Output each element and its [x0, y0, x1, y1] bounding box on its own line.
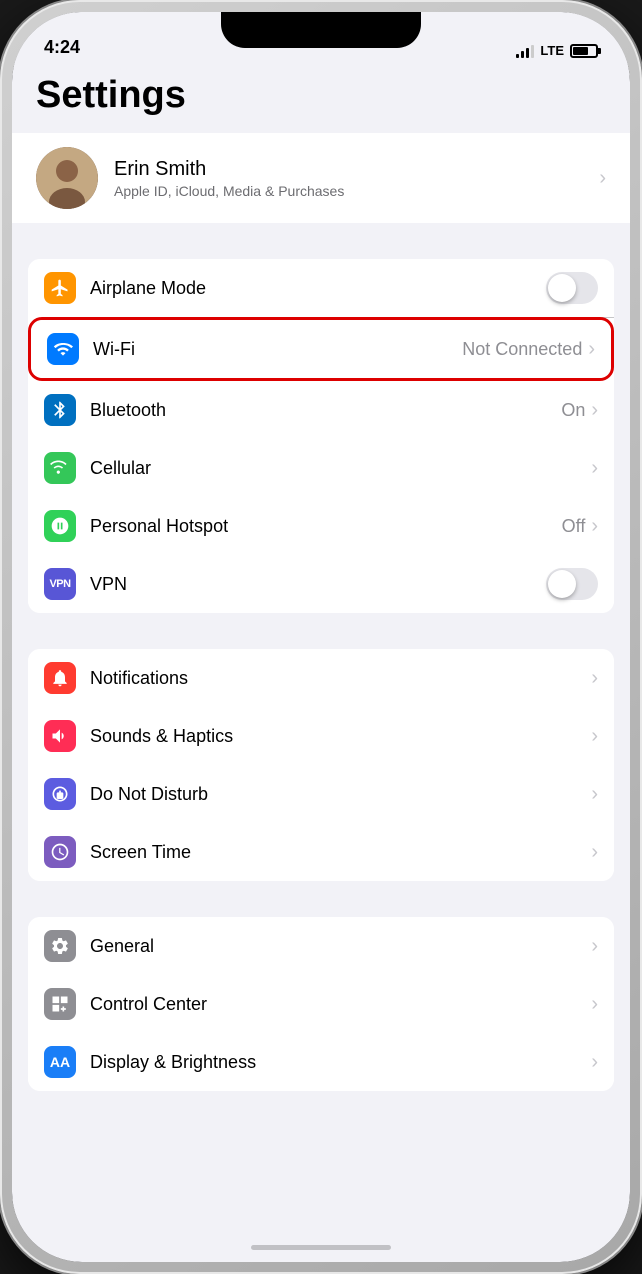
screen-time-label: Screen Time: [90, 842, 591, 863]
wifi-svg: [53, 339, 73, 359]
bluetooth-chevron: ›: [591, 399, 598, 422]
sounds-svg: [50, 726, 70, 746]
profile-chevron: ›: [599, 167, 606, 190]
dnd-label: Do Not Disturb: [90, 784, 591, 805]
sounds-row[interactable]: Sounds & Haptics ›: [28, 707, 614, 765]
bluetooth-value: On: [561, 400, 585, 421]
avatar: [36, 147, 98, 209]
general-svg: [50, 936, 70, 956]
display-row[interactable]: AA Display & Brightness ›: [28, 1033, 614, 1091]
vpn-toggle[interactable]: [546, 568, 598, 600]
notifications-icon: [44, 662, 76, 694]
airplane-mode-icon: [44, 272, 76, 304]
wifi-value: Not Connected: [462, 339, 582, 360]
system-section: Notifications › Sounds & Haptics ›: [28, 649, 614, 881]
lte-indicator: LTE: [540, 43, 564, 58]
notch: [221, 12, 421, 48]
profile-subtitle: Apple ID, iCloud, Media & Purchases: [114, 183, 599, 199]
battery-icon: [570, 44, 598, 58]
hotspot-svg: [50, 516, 70, 536]
hotspot-icon: [44, 510, 76, 542]
sounds-icon: [44, 720, 76, 752]
airplane-mode-toggle[interactable]: [546, 272, 598, 304]
notifications-label: Notifications: [90, 668, 591, 689]
cellular-icon: [44, 452, 76, 484]
screen-time-row[interactable]: Screen Time ›: [28, 823, 614, 881]
wifi-icon: [47, 333, 79, 365]
cellular-row[interactable]: Cellular ›: [28, 439, 614, 497]
general-section: General › Control Center ›: [28, 917, 614, 1091]
wifi-label: Wi-Fi: [93, 339, 462, 360]
dnd-chevron: ›: [591, 783, 598, 806]
status-time: 4:24: [44, 37, 80, 58]
screen-time-icon: [44, 836, 76, 868]
bluetooth-label: Bluetooth: [90, 400, 561, 421]
control-center-label: Control Center: [90, 994, 591, 1015]
vpn-icon: VPN: [44, 568, 76, 600]
airplane-svg: [50, 278, 70, 298]
wifi-row[interactable]: Wi-Fi Not Connected ›: [31, 320, 611, 378]
airplane-mode-label: Airplane Mode: [90, 278, 546, 299]
sounds-label: Sounds & Haptics: [90, 726, 591, 747]
control-center-svg: [50, 994, 70, 1014]
hotspot-row[interactable]: Personal Hotspot Off ›: [28, 497, 614, 555]
general-chevron: ›: [591, 935, 598, 958]
control-center-icon: [44, 988, 76, 1020]
vpn-row[interactable]: VPN VPN: [28, 555, 614, 613]
signal-icon: [516, 44, 534, 58]
phone-inner: 4:24 LTE Settings: [12, 12, 630, 1262]
screen-time-svg: [50, 842, 70, 862]
dnd-icon: [44, 778, 76, 810]
bluetooth-svg: [50, 400, 70, 420]
wifi-chevron: ›: [588, 338, 595, 361]
dnd-row[interactable]: Do Not Disturb ›: [28, 765, 614, 823]
profile-info: Erin Smith Apple ID, iCloud, Media & Pur…: [114, 158, 599, 199]
display-icon: AA: [44, 1046, 76, 1078]
hotspot-chevron: ›: [591, 515, 598, 538]
control-center-chevron: ›: [591, 993, 598, 1016]
home-indicator: [251, 1245, 391, 1250]
display-chevron: ›: [591, 1051, 598, 1074]
sounds-chevron: ›: [591, 725, 598, 748]
cellular-chevron: ›: [591, 457, 598, 480]
page-title: Settings: [12, 66, 630, 133]
profile-section: Erin Smith Apple ID, iCloud, Media & Pur…: [12, 133, 630, 223]
general-label: General: [90, 936, 591, 957]
general-icon: [44, 930, 76, 962]
aa-text-label: AA: [50, 1054, 70, 1070]
status-icons: LTE: [516, 43, 598, 58]
notifications-row[interactable]: Notifications ›: [28, 649, 614, 707]
network-section: Airplane Mode: [28, 259, 614, 613]
profile-row[interactable]: Erin Smith Apple ID, iCloud, Media & Pur…: [12, 133, 630, 223]
control-center-row[interactable]: Control Center ›: [28, 975, 614, 1033]
cellular-svg: [50, 458, 70, 478]
content-area: Settings Erin Smith: [12, 66, 630, 1262]
cellular-label: Cellular: [90, 458, 591, 479]
bluetooth-row[interactable]: Bluetooth On ›: [28, 381, 614, 439]
hotspot-value: Off: [562, 516, 586, 537]
display-label: Display & Brightness: [90, 1052, 591, 1073]
dnd-svg: [50, 784, 70, 804]
profile-name: Erin Smith: [114, 158, 599, 181]
phone-frame: 4:24 LTE Settings: [0, 0, 642, 1274]
vpn-label: VPN: [90, 574, 546, 595]
bluetooth-icon: [44, 394, 76, 426]
screen-time-chevron: ›: [591, 841, 598, 864]
airplane-mode-row[interactable]: Airplane Mode: [28, 259, 614, 317]
hotspot-label: Personal Hotspot: [90, 516, 562, 537]
notifications-svg: [50, 668, 70, 688]
screen: 4:24 LTE Settings: [12, 12, 630, 1262]
vpn-text: VPN: [49, 578, 70, 590]
notifications-chevron: ›: [591, 667, 598, 690]
general-row[interactable]: General ›: [28, 917, 614, 975]
